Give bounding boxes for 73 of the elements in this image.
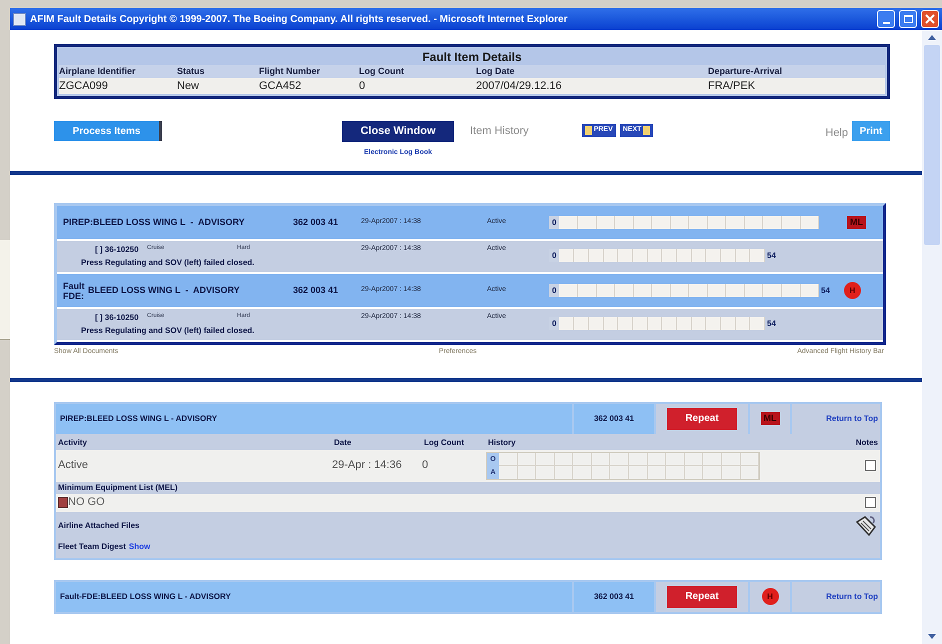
h-badge: H [762,588,778,605]
window-title: AFIM Fault Details Copyright © 1999-2007. The Boeing Company. All rights reserved. - Microsoft Internet Explorer [30,12,568,26]
table-cell: ZGCA099 [59,78,177,94]
fault-description: Press Regulating and SOV (left) failed closed. [81,325,256,337]
close-button[interactable] [921,10,939,28]
card-title: Fault-FDE:BLEED LOSS WING L - ADVISORY [56,582,572,612]
history-start: 0 [549,249,560,262]
ml-badge: ML [847,216,866,229]
card-title: PIREP:BLEED LOSS WING L - ADVISORY [56,404,572,434]
table-cell: New [177,78,259,94]
fault-description: Press Regulating and SOV (left) failed closed. [81,257,256,269]
table-cell: 0 [359,78,476,94]
card-code: 362 003 41 [574,404,654,434]
column-header: Status [177,65,259,78]
column-header: Date [333,436,352,448]
column-header: Departure-Arrival [708,65,885,78]
column-header: History [487,436,517,449]
panel-title: Fault Item Details [421,49,523,65]
close-window-button[interactable]: Close Window [342,121,454,142]
table-cell: GCA452 [259,78,359,94]
checkbox[interactable] [865,497,876,508]
fault-code: 362 003 41 [293,216,340,229]
document-icon [643,126,650,135]
item-history-link[interactable]: Item History [470,121,529,142]
checkbox[interactable] [865,460,876,471]
minimize-button[interactable] [877,10,895,28]
scroll-thumb[interactable] [924,45,940,245]
column-header: Log Count [359,65,476,78]
fault-name: PIREP:BLEED LOSS WING L - ADVISORY [63,216,245,229]
column-header: Notes [854,436,879,448]
fault-id: [ ] 36-10250 [95,312,140,324]
fault-code: 362 003 41 [293,284,340,297]
activity-cell-text: Active [57,458,89,474]
repeat-button[interactable]: Repeat [667,408,737,430]
h-badge: H [844,282,861,299]
history-start: 0 [549,284,560,297]
repeat-button[interactable]: Repeat [667,586,737,608]
card-code: 362 003 41 [574,582,654,612]
ml-badge: ML [760,412,780,425]
column-header: Airplane Identifier [59,65,177,78]
column-header: Activity [57,436,88,449]
print-button[interactable]: Print [852,121,890,141]
history-end: 54 [767,318,776,330]
column-header: Log Count [423,436,465,449]
scroll-up-icon[interactable] [928,35,936,40]
table-cell: FRA/PEK [708,78,885,94]
mel-value: NO GO [68,495,105,510]
mel-icon [58,497,68,508]
history-end: 54 [821,284,830,296]
window-icon [13,12,26,26]
column-header: Flight Number [259,65,359,78]
maximize-button[interactable] [899,10,917,28]
help-link[interactable]: Help [825,125,848,142]
digest-label: Fleet Team Digest [58,540,126,552]
fault-id: [ ] 36-10250 [95,244,140,256]
fault-name: BLEED LOSS WING L - ADVISORY [88,284,240,297]
scrollbar[interactable] [922,30,942,644]
document-icon [584,126,592,135]
column-header: Log Date [476,65,708,78]
process-items-button[interactable]: Process Items [54,121,162,141]
table-cell: 2007/04/29.12.16 [476,78,708,94]
mel-label: Minimum Equipment List (MEL) [57,482,178,494]
log-count-cell-text: 0 [422,458,430,474]
attachment-icon[interactable] [854,514,878,538]
close-icon [925,14,935,24]
date-cell-text: 29-Apr : 14:36 [332,458,403,474]
history-start: 0 [549,317,560,330]
scroll-down-icon[interactable] [928,634,936,639]
history-start: 0 [549,216,560,229]
attached-files-label: Airline Attached Files [58,520,140,532]
fault-prefix: Fault FDE: [63,280,85,300]
show-link[interactable]: Show [128,540,150,552]
history-end: 54 [767,250,776,262]
